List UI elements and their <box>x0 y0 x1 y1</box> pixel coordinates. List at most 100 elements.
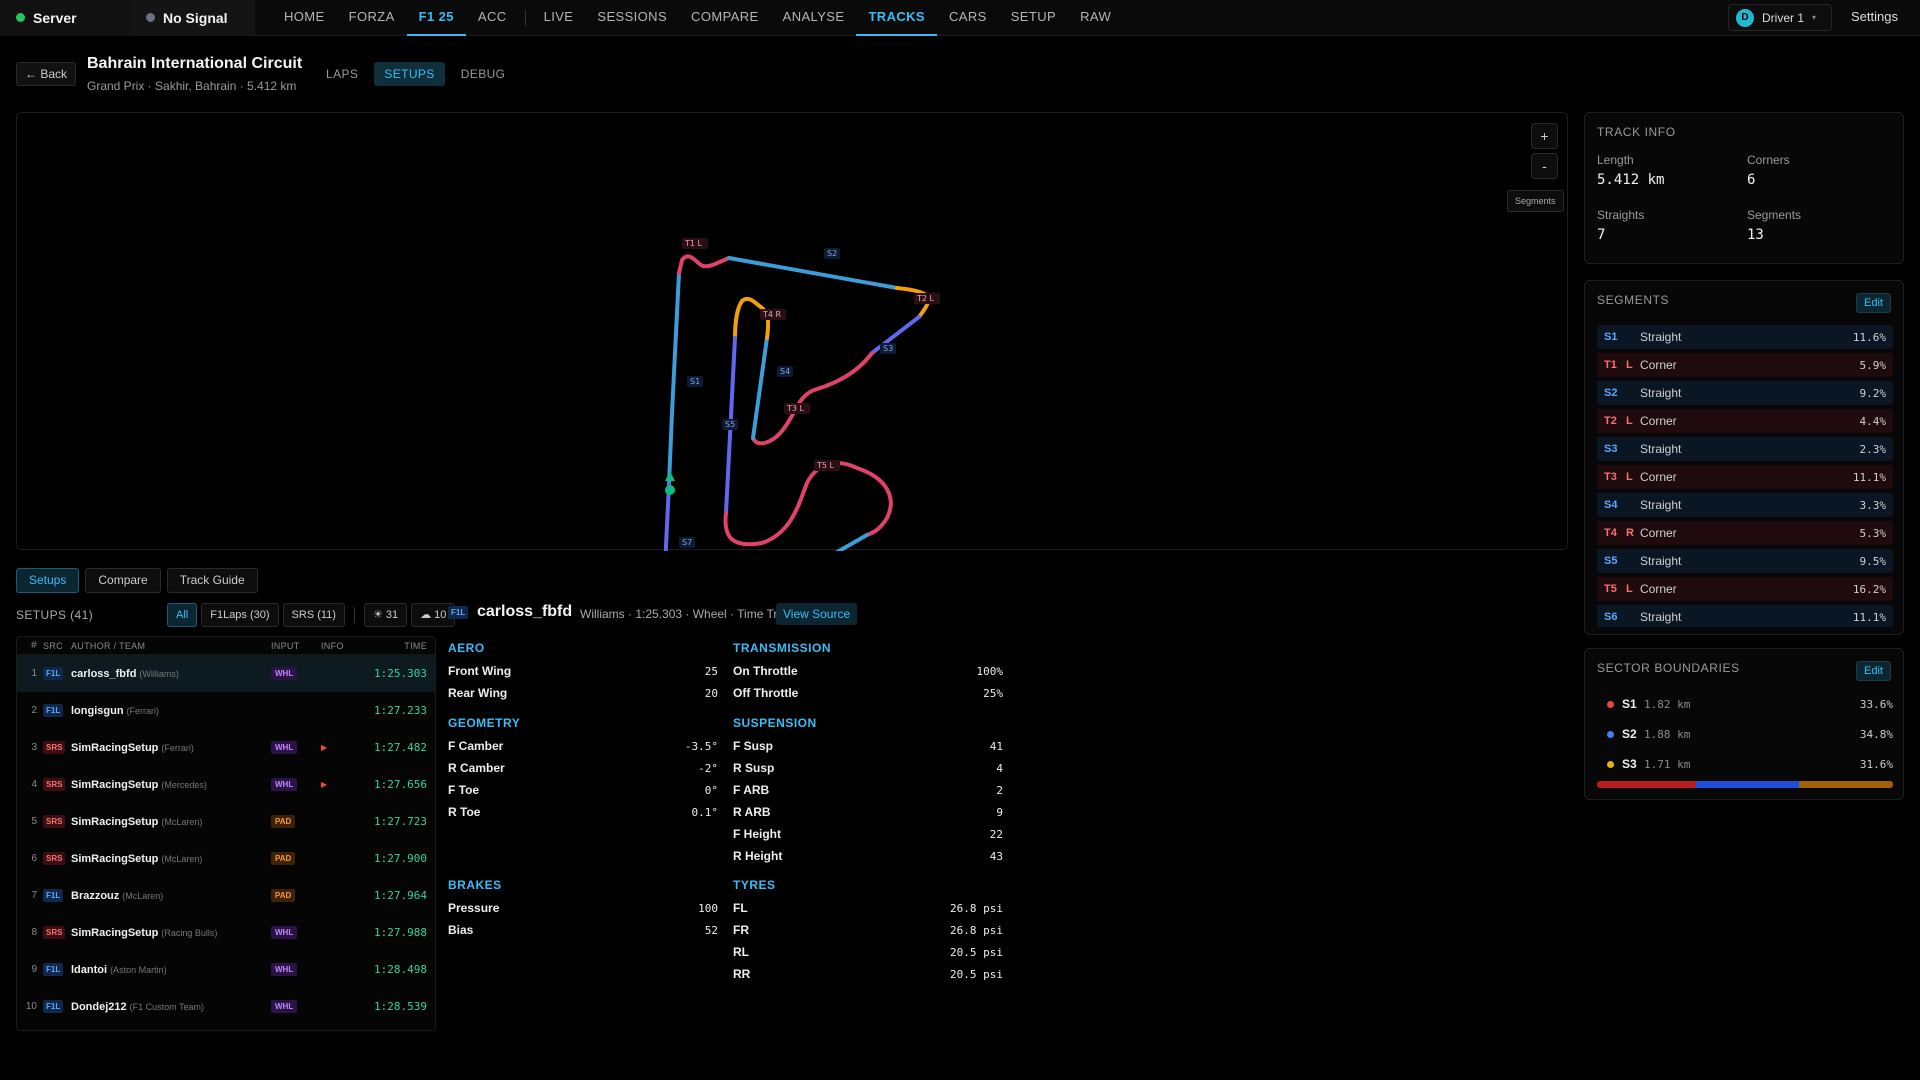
row-number: 7 <box>31 890 37 901</box>
setup-key: R Susp <box>733 761 775 775</box>
segment-percent: 16.2% <box>1852 582 1886 596</box>
segment-row-t3[interactable]: T3 L Corner 11.1% <box>1597 465 1893 489</box>
segment-type: Corner <box>1640 358 1677 372</box>
zoom-out-button[interactable]: - <box>1531 153 1558 179</box>
row-input: WHL <box>271 963 321 976</box>
setup-value-r-height: R Height 43 <box>733 845 1003 867</box>
sector-dot <box>1607 760 1614 768</box>
segment-type: Straight <box>1640 442 1682 456</box>
row-time: 1:27.988 <box>374 926 427 939</box>
nav-live[interactable]: LIVE <box>532 0 586 36</box>
nav-sessions[interactable]: SESSIONS <box>585 0 679 36</box>
table-row[interactable]: 3 SRS SimRacingSetup (Ferrari) WHL ▶ 1:27.482 <box>17 729 435 766</box>
tab-laps[interactable]: LAPS <box>316 62 368 86</box>
bottom-tab-compare[interactable]: Compare <box>85 568 161 593</box>
sector-edit-button[interactable]: Edit <box>1856 661 1891 681</box>
segment-row-t2[interactable]: T2 L Corner 4.4% <box>1597 409 1893 433</box>
segment-row-t4[interactable]: T4 R Corner 5.3% <box>1597 521 1893 545</box>
table-row[interactable]: 8 SRS SimRacingSetup (Racing Bulls) WHL 1:27.… <box>17 914 435 951</box>
table-row[interactable]: 7 F1L Brazzouz (McLaren) PAD 1:27.964 <box>17 877 435 914</box>
map-label-s7: S7 <box>679 537 695 548</box>
video-icon[interactable]: ▶ <box>321 780 365 789</box>
row-source: F1L <box>43 889 71 902</box>
author-name: SimRacingSetup <box>71 926 159 939</box>
segments-toggle-button[interactable]: Segments <box>1507 190 1564 212</box>
segment-row-t1[interactable]: T1 L Corner 5.9% <box>1597 353 1893 377</box>
tab-debug[interactable]: DEBUG <box>451 62 516 86</box>
author-name: ldantoi <box>71 963 108 976</box>
video-icon[interactable]: ▶ <box>321 743 365 752</box>
table-row[interactable]: 9 F1L ldantoi (Aston Martin) WHL 1:28.498 <box>17 951 435 988</box>
nav-raw[interactable]: RAW <box>1068 0 1123 36</box>
setup-value-fr: FR 26.8 psi <box>733 919 1003 941</box>
source-badge: F1L <box>43 889 64 902</box>
row-number: 1 <box>31 668 37 679</box>
detail-source-badge: F1L <box>448 606 469 619</box>
segment-row-s5[interactable]: S5 Straight 9.5% <box>1597 549 1893 573</box>
settings-link[interactable]: Settings <box>1851 9 1898 24</box>
segments-list[interactable]: S1 Straight 11.6% T1 L Corner 5.9% S2 Straight 9.… <box>1597 325 1893 627</box>
setup-value-off-throttle: Off Throttle 25% <box>733 682 1003 704</box>
filter-srs-11[interactable]: SRS (11) <box>282 603 345 627</box>
nav-f1-25[interactable]: F1 25 <box>406 0 466 36</box>
segment-percent: 2.3% <box>1859 442 1887 456</box>
table-row[interactable]: 5 SRS SimRacingSetup (McLaren) PAD 1:27.723 <box>17 803 435 840</box>
svg-text:S7: S7 <box>682 538 692 547</box>
back-button[interactable]: ← Back <box>16 62 77 86</box>
track-info-title: TRACK INFO <box>1597 125 1676 139</box>
filter-dry[interactable]: ☀ 31 <box>363 603 408 627</box>
track-info-segments: Segments 13 <box>1747 208 1897 243</box>
start-arrow-icon <box>665 471 675 481</box>
view-source-button[interactable]: View Source <box>776 603 858 625</box>
segment-row-t5[interactable]: T5 L Corner 16.2% <box>1597 577 1893 601</box>
nav-cars[interactable]: CARS <box>937 0 999 36</box>
zoom-in-button[interactable]: + <box>1531 123 1558 149</box>
table-row[interactable]: 1 F1L carloss_fbfd (Williams) WHL 1:25.303 <box>17 655 435 692</box>
segment-direction: L <box>1626 583 1633 595</box>
segment-percent: 9.5% <box>1859 554 1887 568</box>
nav-analyse[interactable]: ANALYSE <box>771 0 857 36</box>
setup-value-rr: RR 20.5 psi <box>733 963 1003 985</box>
author-team: (Ferrari) <box>126 705 160 716</box>
track-info-value: 6 <box>1747 172 1756 188</box>
filter-all[interactable]: All <box>167 603 198 627</box>
source-badge: F1L <box>43 667 64 680</box>
track-map[interactable]: T1 LS2T2 LT4 RS3S1S4T3 LS5T5 LS7S6T6 L <box>17 113 1569 551</box>
track-info-straights: Straights 7 <box>1597 208 1747 243</box>
start-marker <box>665 485 675 495</box>
table-row[interactable]: 6 SRS SimRacingSetup (McLaren) PAD 1:27.900 <box>17 840 435 877</box>
segment-row-s3[interactable]: S3 Straight 2.3% <box>1597 437 1893 461</box>
segment-code: T2 <box>1604 415 1617 427</box>
nav-forza[interactable]: FORZA <box>337 0 407 36</box>
segment-row-s1[interactable]: S1 Straight 11.6% <box>1597 325 1893 349</box>
nav-setup[interactable]: SETUP <box>999 0 1068 36</box>
table-row[interactable]: 10 F1L Dondej212 (F1 Custom Team) WHL 1:28.53… <box>17 988 435 1025</box>
nav-tracks[interactable]: TRACKS <box>856 0 938 36</box>
tab-setups[interactable]: SETUPS <box>374 62 445 86</box>
track-info-label: Straights <box>1597 208 1645 222</box>
segments-edit-button[interactable]: Edit <box>1856 293 1891 313</box>
driver-selector[interactable]: D Driver 1 ▾ <box>1728 4 1832 31</box>
sector-bar-s2 <box>1696 781 1800 788</box>
row-number: 2 <box>31 705 37 716</box>
track-subtabs: LAPS SETUPS DEBUG <box>316 62 515 86</box>
segment-row-s4[interactable]: S4 Straight 3.3% <box>1597 493 1893 517</box>
setup-val: 100% <box>976 664 1004 678</box>
sector-percent: 33.6% <box>1859 697 1893 711</box>
table-row[interactable]: 4 SRS SimRacingSetup (Mercedes) WHL ▶ 1:27.656 <box>17 766 435 803</box>
nav-acc[interactable]: ACC <box>466 0 519 36</box>
segment-row-s6[interactable]: S6 Straight 11.1% <box>1597 605 1893 627</box>
segment-row-s2[interactable]: S2 Straight 9.2% <box>1597 381 1893 405</box>
bottom-tab-setups[interactable]: Setups <box>16 568 80 593</box>
bottom-tab-track-guide[interactable]: Track Guide <box>166 568 258 593</box>
row-input: WHL <box>271 667 321 680</box>
map-label-s3: S3 <box>880 343 896 354</box>
filter-f1laps-30[interactable]: F1Laps (30) <box>201 603 279 627</box>
nav-compare[interactable]: COMPARE <box>679 0 771 36</box>
nav-home[interactable]: HOME <box>272 0 337 36</box>
row-number: 9 <box>31 964 37 975</box>
server-status-label: Server <box>33 9 77 26</box>
table-row[interactable]: 2 F1L longisgun (Ferrari) 1:27.233 <box>17 692 435 729</box>
row-source: F1L <box>43 667 71 680</box>
row-number: 8 <box>31 927 37 938</box>
